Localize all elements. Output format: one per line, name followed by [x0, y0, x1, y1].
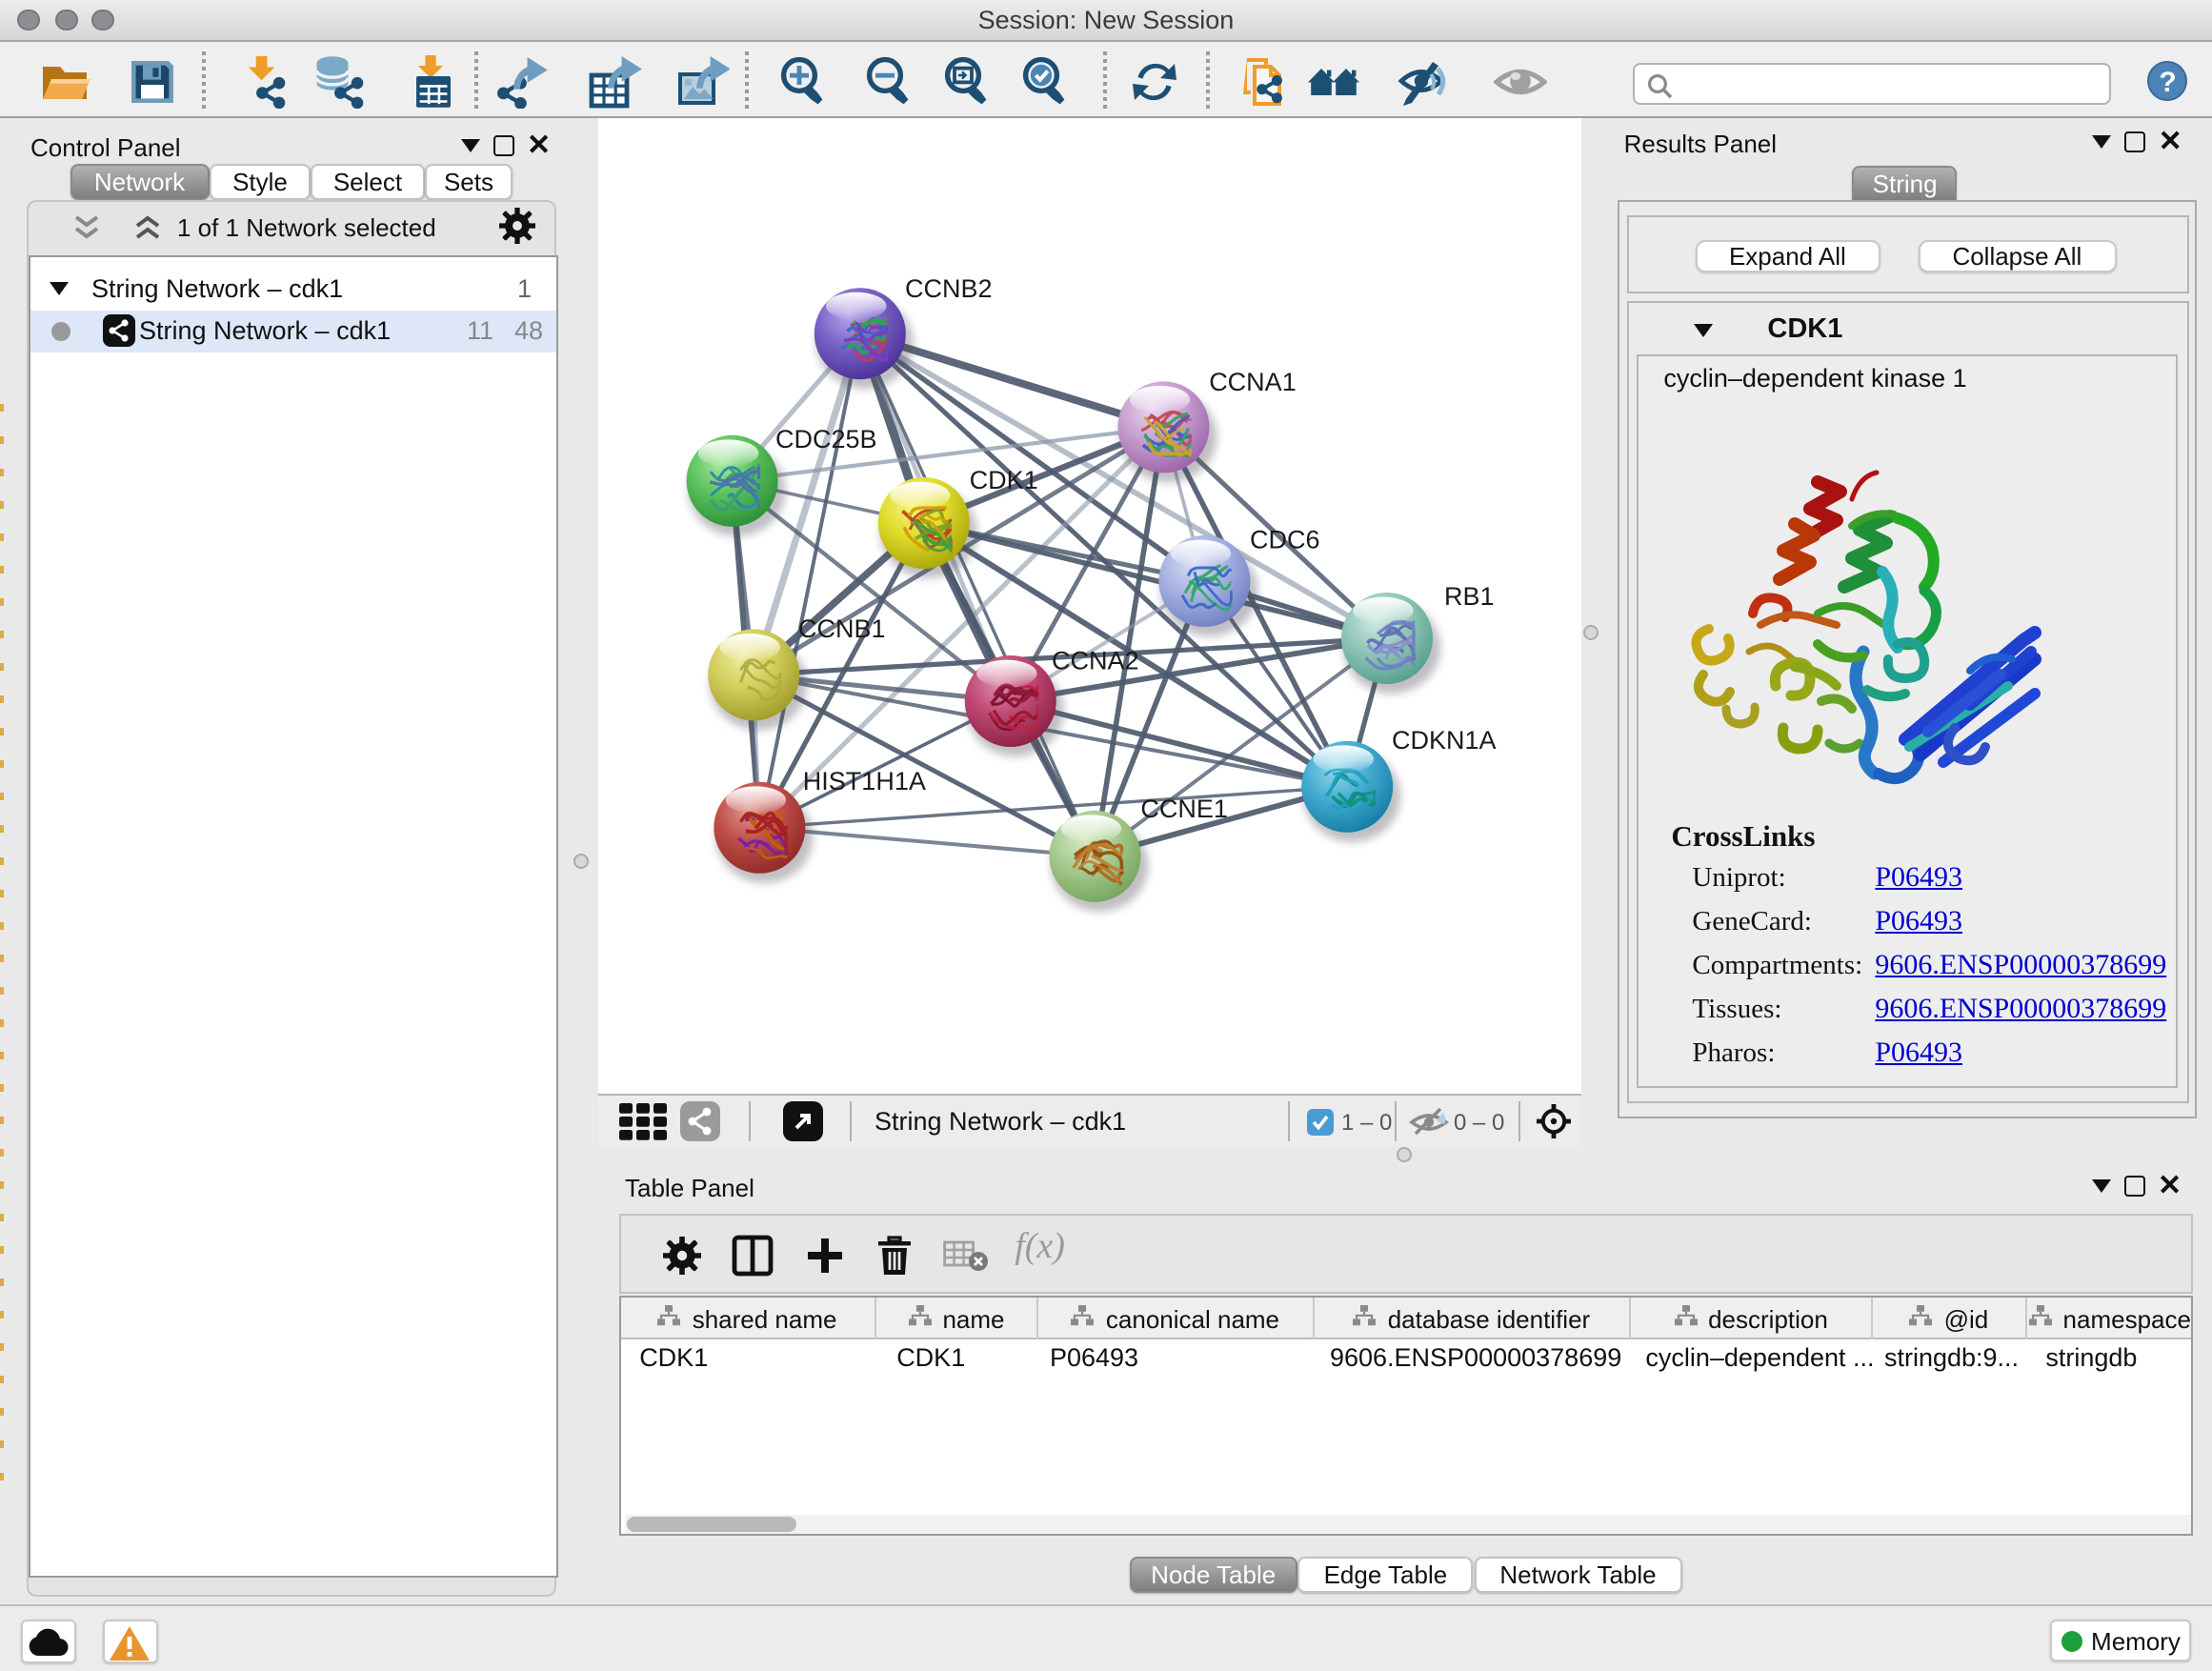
svg-text:CCNB2: CCNB2	[905, 274, 993, 303]
svg-text:CDK1: CDK1	[970, 466, 1038, 494]
svg-text:CDC25B: CDC25B	[775, 425, 877, 453]
svg-text:HIST1H1A: HIST1H1A	[803, 767, 926, 795]
svg-text:CDKN1A: CDKN1A	[1392, 726, 1497, 755]
svg-text:CCNA1: CCNA1	[1209, 368, 1297, 396]
svg-text:CDC6: CDC6	[1250, 525, 1320, 554]
svg-text:CCNB1: CCNB1	[798, 614, 886, 643]
svg-text:CCNA2: CCNA2	[1052, 646, 1139, 674]
svg-text:CCNE1: CCNE1	[1140, 795, 1228, 823]
svg-text:RB1: RB1	[1444, 582, 1495, 611]
